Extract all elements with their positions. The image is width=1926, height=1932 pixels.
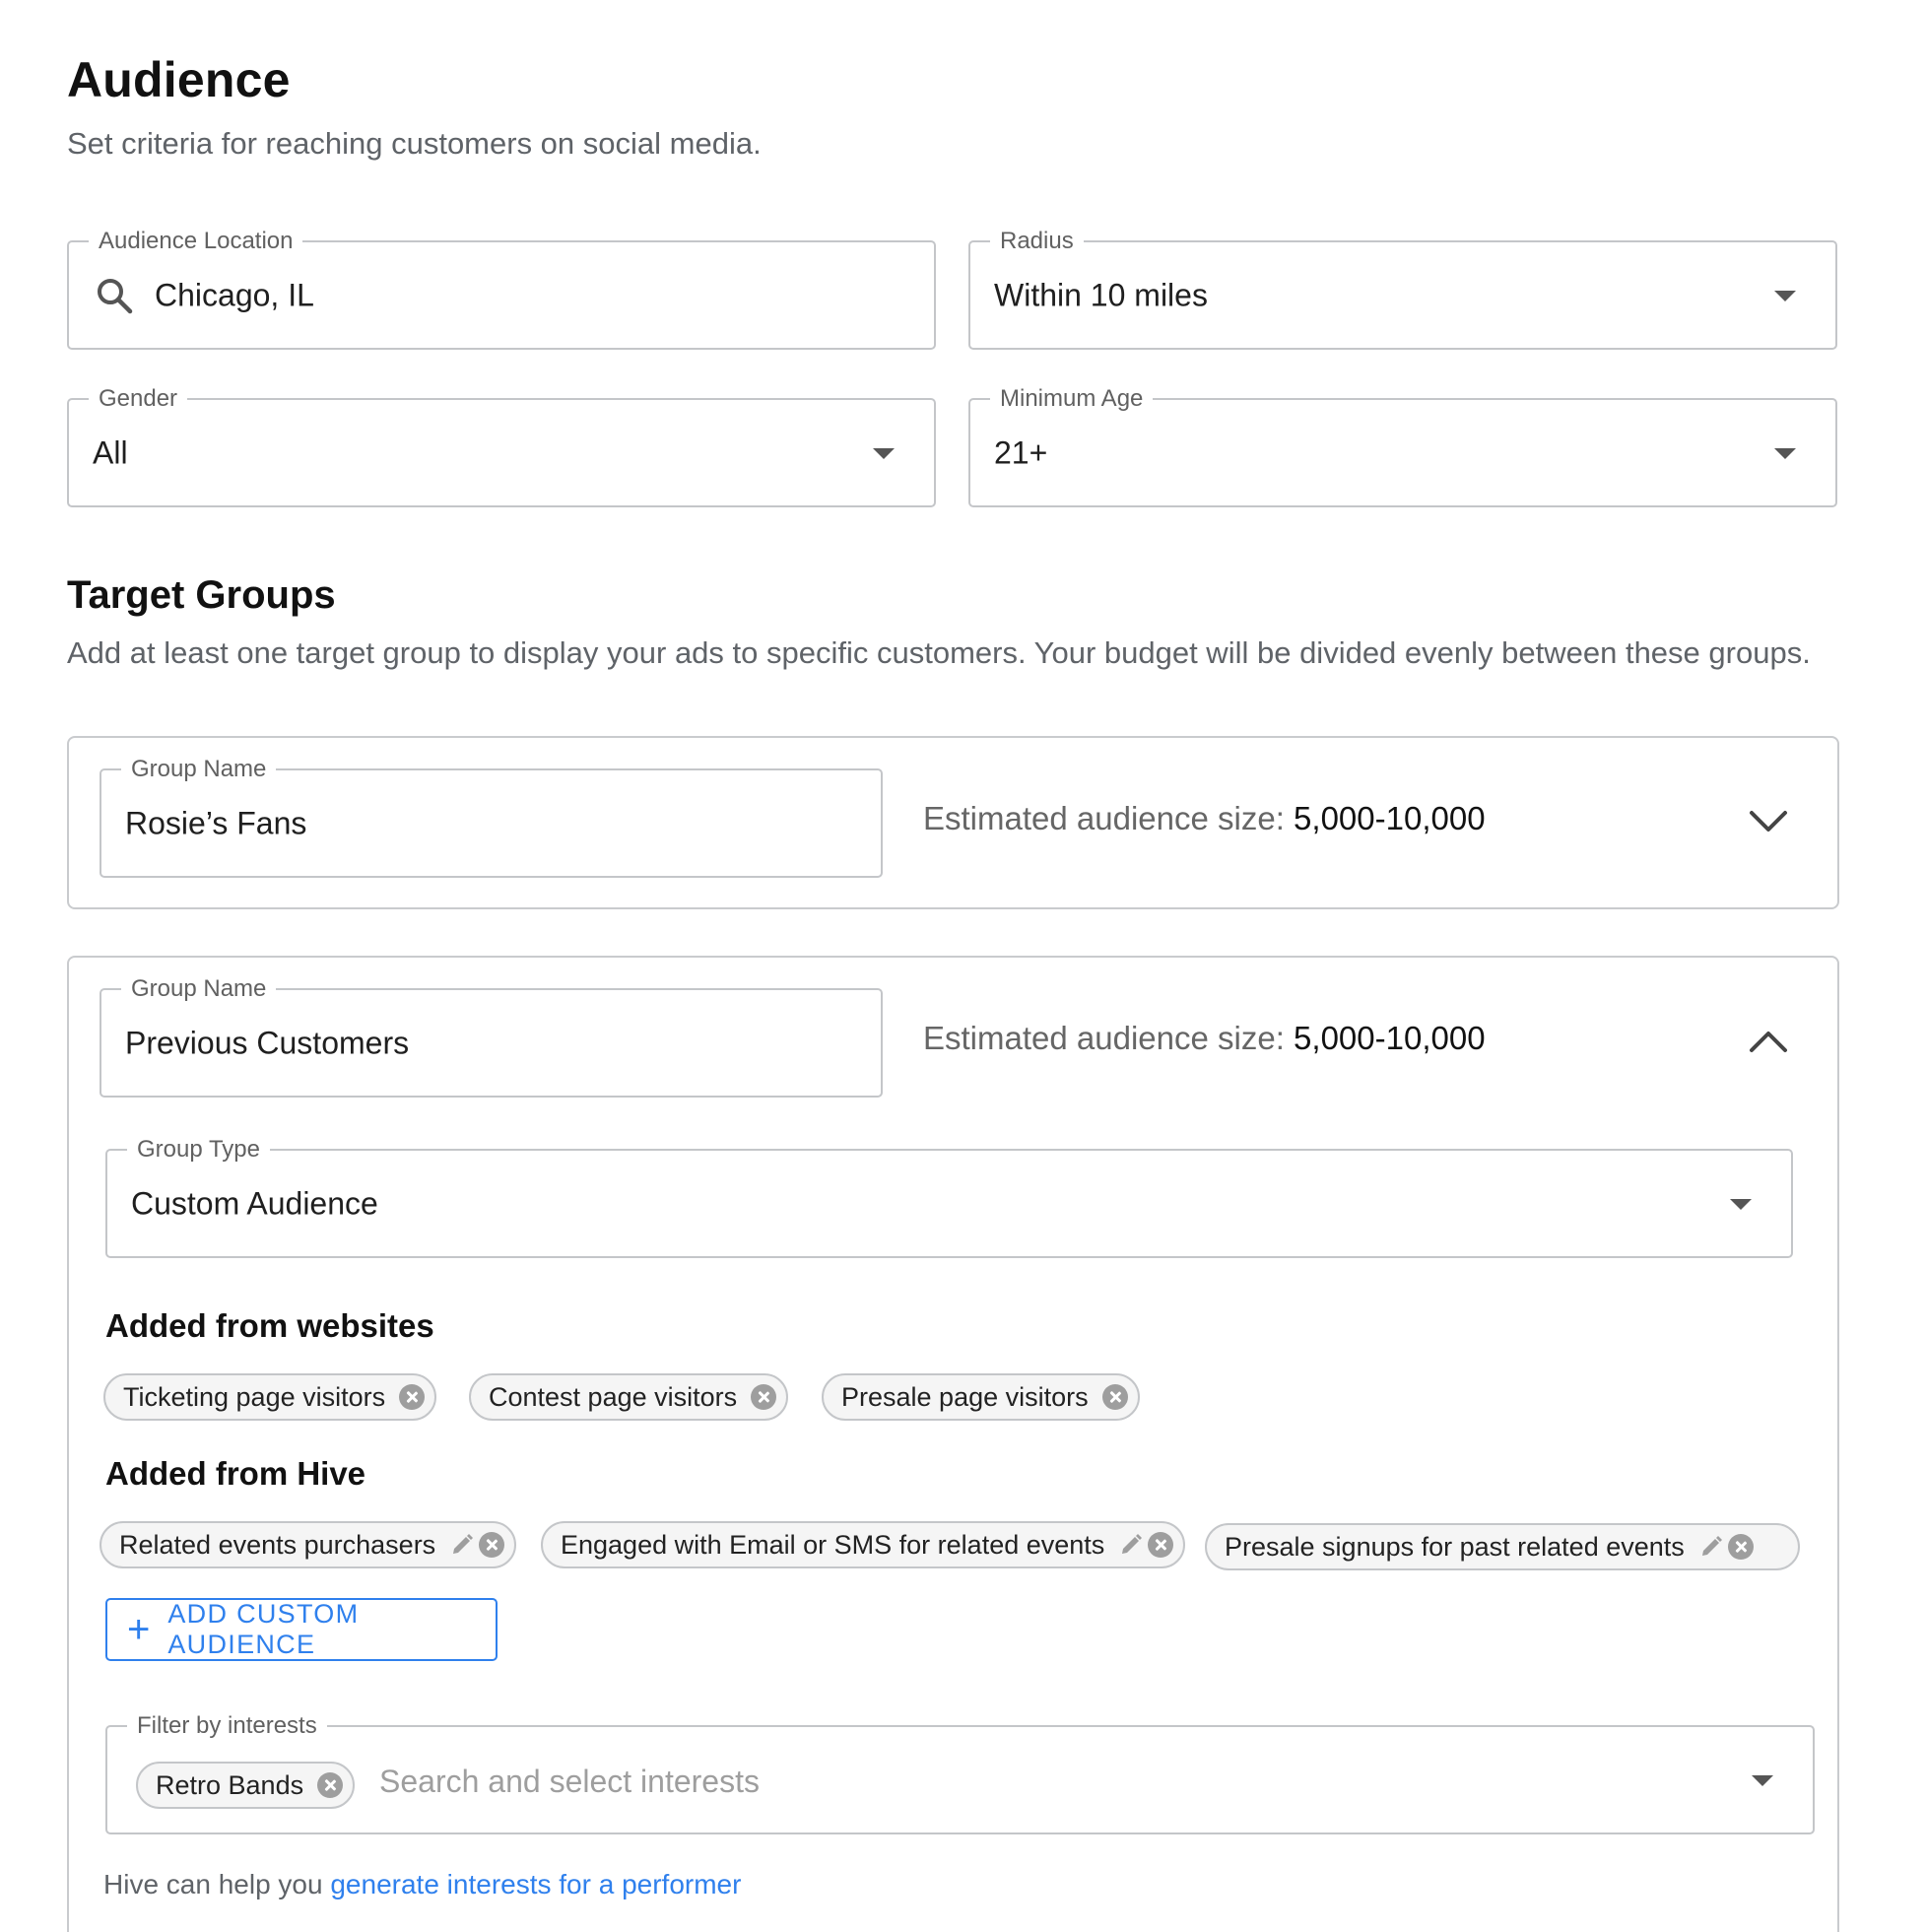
arrow-drop-down-icon — [1752, 1774, 1773, 1786]
audience-subtitle: Set criteria for reaching customers on s… — [67, 126, 762, 161]
hive-heading: Added from Hive — [105, 1455, 366, 1492]
arrow-drop-down-icon — [1774, 447, 1796, 459]
group-name-label: Group Name — [121, 974, 277, 1004]
arrow-drop-down-icon — [873, 447, 895, 459]
arrow-drop-down-icon — [1774, 290, 1796, 301]
filter-interests-label: Filter by interests — [127, 1711, 327, 1741]
gender-label: Gender — [89, 384, 188, 414]
gender-value: All — [93, 434, 128, 470]
filter-interests-field[interactable]: Filter by interests Retro Bands Search a… — [105, 1711, 1815, 1834]
target-group-card: Group Name Rosie’s Fans Estimated audien… — [67, 736, 1839, 909]
remove-circle-icon[interactable] — [751, 1384, 777, 1410]
audience-location-value: Chicago, IL — [155, 277, 314, 312]
website-chip[interactable]: Ticketing page visitors — [103, 1373, 437, 1421]
estimated-audience-size: Estimated audience size: 5,000-10,000 — [923, 1020, 1486, 1057]
chip-label: Ticketing page visitors — [123, 1381, 386, 1412]
remove-circle-icon[interactable] — [317, 1772, 344, 1798]
hive-chip[interactable]: Engaged with Email or SMS for related ev… — [541, 1521, 1186, 1568]
add-custom-audience-label: ADD CUSTOM AUDIENCE — [167, 1599, 360, 1659]
chevron-down-icon[interactable] — [1746, 805, 1791, 838]
remove-circle-icon[interactable] — [1148, 1532, 1174, 1558]
websites-heading: Added from websites — [105, 1307, 434, 1344]
gender-select[interactable]: Gender All — [67, 384, 936, 507]
pencil-icon[interactable] — [1698, 1534, 1724, 1560]
remove-circle-icon[interactable] — [399, 1384, 426, 1410]
audience-location-label: Audience Location — [89, 227, 303, 256]
add-custom-audience-button[interactable]: + ADD CUSTOM AUDIENCE — [105, 1598, 498, 1661]
plus-icon: + — [127, 1608, 151, 1651]
group-type-label: Group Type — [127, 1135, 270, 1165]
chip-label: Related events purchasers — [119, 1529, 436, 1560]
chip-label: Retro Bands — [156, 1769, 304, 1800]
minimum-age-label: Minimum Age — [990, 384, 1154, 414]
estimated-audience-label: Estimated audience size: — [923, 800, 1285, 836]
pencil-icon[interactable] — [449, 1532, 475, 1558]
search-icon — [95, 276, 134, 315]
chip-label: Presale signups for past related events — [1225, 1531, 1685, 1562]
minimum-age-value: 21+ — [994, 434, 1048, 470]
hive-chip[interactable]: Related events purchasers — [100, 1521, 517, 1568]
group-type-select[interactable]: Group Type Custom Audience — [105, 1135, 1793, 1258]
interest-chip[interactable]: Retro Bands — [136, 1762, 356, 1809]
website-chip[interactable]: Presale page visitors — [822, 1373, 1140, 1421]
target-groups-subtitle: Add at least one target group to display… — [67, 635, 1811, 670]
chip-label: Presale page visitors — [841, 1381, 1089, 1412]
audience-location-field[interactable]: Audience Location Chicago, IL — [67, 227, 936, 350]
hint-text: Hive can help you — [103, 1869, 331, 1899]
pencil-icon[interactable] — [1118, 1532, 1144, 1558]
target-groups-title: Target Groups — [67, 573, 336, 617]
hive-chip[interactable]: Presale signups for past related events — [1205, 1523, 1800, 1570]
remove-circle-icon[interactable] — [1101, 1384, 1128, 1410]
remove-circle-icon[interactable] — [479, 1532, 505, 1558]
estimated-audience-value: 5,000-10,000 — [1294, 1020, 1486, 1056]
chip-label: Contest page visitors — [489, 1381, 738, 1412]
group-name-field[interactable]: Group Name Rosie’s Fans — [100, 755, 883, 878]
group-name-value: Previous Customers — [125, 1025, 410, 1060]
audience-title: Audience — [67, 52, 291, 107]
target-group-card: Group Name Previous Customers Estimated … — [67, 956, 1839, 1932]
minimum-age-select[interactable]: Minimum Age 21+ — [968, 384, 1837, 507]
remove-circle-icon[interactable] — [1727, 1534, 1754, 1560]
radius-label: Radius — [990, 227, 1084, 256]
generate-interests-link[interactable]: generate interests for a performer — [330, 1869, 741, 1899]
website-chip[interactable]: Contest page visitors — [469, 1373, 789, 1421]
estimated-audience-label: Estimated audience size: — [923, 1020, 1285, 1056]
group-name-field[interactable]: Group Name Previous Customers — [100, 974, 883, 1098]
estimated-audience-size: Estimated audience size: 5,000-10,000 — [923, 800, 1486, 837]
interests-search-input[interactable]: Search and select interests — [379, 1764, 760, 1800]
group-name-value: Rosie’s Fans — [125, 805, 307, 840]
radius-select[interactable]: Radius Within 10 miles — [968, 227, 1837, 350]
radius-value: Within 10 miles — [994, 277, 1208, 312]
arrow-drop-down-icon — [1730, 1198, 1752, 1210]
group-name-label: Group Name — [121, 755, 277, 784]
chevron-up-icon[interactable] — [1746, 1025, 1791, 1058]
interests-hint: Hive can help you generate interests for… — [103, 1869, 741, 1900]
group-type-value: Custom Audience — [131, 1185, 378, 1221]
chip-label: Engaged with Email or SMS for related ev… — [561, 1529, 1105, 1560]
estimated-audience-value: 5,000-10,000 — [1294, 800, 1486, 836]
